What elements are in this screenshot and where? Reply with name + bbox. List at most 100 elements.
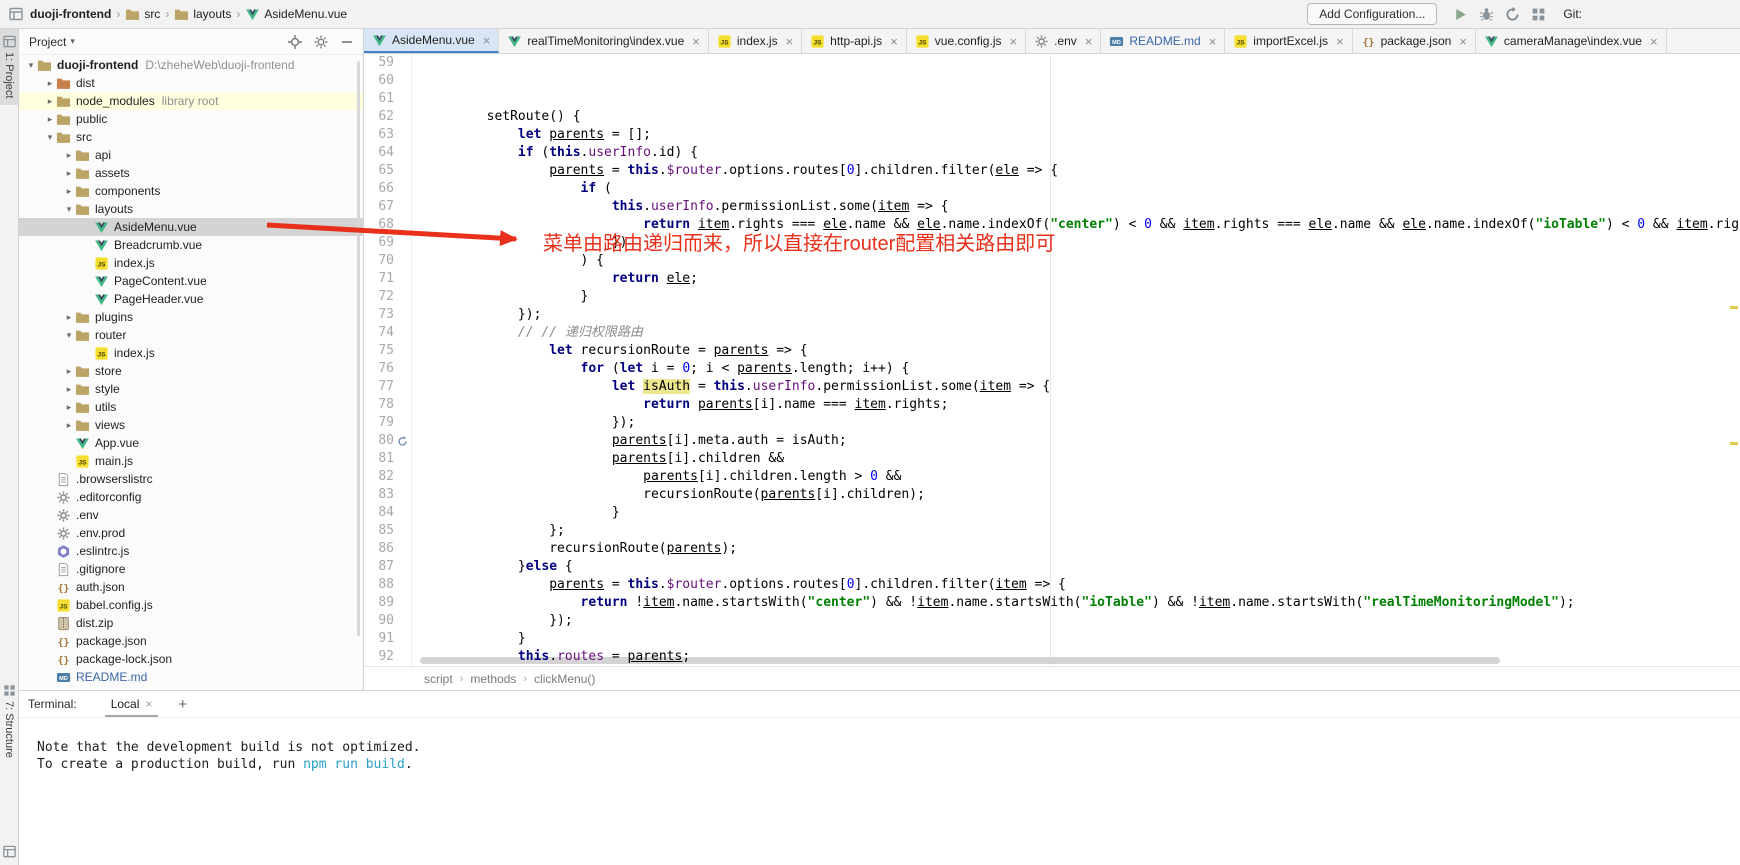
locate-icon[interactable] — [287, 34, 303, 50]
tree-item-eslintrc-js[interactable]: .eslintrc.js — [19, 542, 363, 560]
settings-icon[interactable] — [313, 34, 329, 50]
tree-item-auth-json[interactable]: {}auth.json — [19, 578, 363, 596]
chevron-right-icon[interactable]: ▸ — [44, 78, 56, 89]
new-terminal-button[interactable]: + — [174, 696, 191, 713]
tree-item-env-prod[interactable]: .env.prod — [19, 524, 363, 542]
tree-item-package-json[interactable]: {}package.json — [19, 632, 363, 650]
chevron-right-icon[interactable]: ▸ — [63, 168, 75, 179]
tree-item-utils[interactable]: ▸utils — [19, 398, 363, 416]
breadcrumb-item-asidemenu-vue[interactable]: AsideMenu.vue — [245, 7, 347, 22]
tree-item-main-js[interactable]: JSmain.js — [19, 452, 363, 470]
tree-item-gitignore[interactable]: .gitignore — [19, 560, 363, 578]
tree-item-layouts[interactable]: ▾layouts — [19, 200, 363, 218]
gutter-slot — [394, 344, 411, 359]
editor-breadcrumb-clickmenu[interactable]: clickMenu() — [534, 672, 595, 686]
tab-close-icon[interactable]: × — [1085, 34, 1093, 49]
tab-close-icon[interactable]: × — [890, 34, 898, 49]
chevron-down-icon[interactable]: ▾ — [44, 132, 56, 143]
tab-close-icon[interactable]: × — [1459, 34, 1467, 49]
tree-item-plugins[interactable]: ▸plugins — [19, 308, 363, 326]
sync-project-icon[interactable] — [1504, 6, 1521, 23]
chevron-down-icon[interactable]: ▾ — [25, 60, 37, 71]
tab-close-icon[interactable]: × — [1009, 34, 1017, 49]
tree-item-store[interactable]: ▸store — [19, 362, 363, 380]
tree-item-dist[interactable]: ▸dist — [19, 74, 363, 92]
tree-item-editorconfig[interactable]: .editorconfig — [19, 488, 363, 506]
breadcrumb-item-layouts[interactable]: layouts — [174, 7, 231, 22]
tab-close-icon[interactable]: × — [1209, 34, 1217, 49]
tree-item-views[interactable]: ▸views — [19, 416, 363, 434]
tree-item-pagecontent-vue[interactable]: PageContent.vue — [19, 272, 363, 290]
tool-window-switcher-icon[interactable] — [2, 844, 17, 859]
chevron-right-icon[interactable]: ▸ — [63, 384, 75, 395]
tree-item-index-js[interactable]: JSindex.js — [19, 344, 363, 362]
tab-vue-config-js[interactable]: JSvue.config.js× — [907, 29, 1026, 53]
tab-close-icon[interactable]: × — [692, 34, 700, 49]
tool-window-button-structure[interactable]: 7: Structure — [0, 678, 18, 765]
tool-window-button-project[interactable]: 1: Project — [0, 29, 18, 105]
tab-importexcel-js[interactable]: JSimportExcel.js× — [1225, 29, 1352, 53]
terminal-tab-close-icon[interactable]: × — [145, 697, 152, 711]
tree-item-readme-md[interactable]: MDREADME.md — [19, 668, 363, 686]
tree-item-babel-config-js[interactable]: JSbabel.config.js — [19, 596, 363, 614]
tab-realtimemonitoring-index-vue[interactable]: realTimeMonitoring\index.vue× — [499, 29, 709, 53]
chevron-right-icon[interactable]: ▸ — [63, 312, 75, 323]
chevron-down-icon[interactable]: ▾ — [63, 204, 75, 215]
tree-item-public[interactable]: ▸ public — [19, 110, 363, 128]
code-line: let isAuth = this.userInfo.permissionLis… — [424, 378, 1740, 396]
tree-item-api[interactable]: ▸api — [19, 146, 363, 164]
project-tree-scrollbar[interactable] — [357, 61, 360, 636]
chevron-right-icon[interactable]: ▸ — [63, 420, 75, 431]
tab-cameramanage-index-vue[interactable]: cameraManage\index.vue× — [1476, 29, 1667, 53]
tab-close-icon[interactable]: × — [1650, 34, 1658, 49]
code-editor[interactable]: 5960616263646566676869707172737475767778… — [364, 54, 1740, 666]
debug-icon[interactable] — [1478, 6, 1495, 23]
tab-package-json[interactable]: {}package.json× — [1353, 29, 1476, 53]
chevron-down-icon[interactable]: ▾ — [63, 330, 75, 341]
tab-env[interactable]: .env× — [1026, 29, 1101, 53]
tree-item-duoji-frontend[interactable]: ▾duoji-frontendD:\zheheWeb\duoji-fronten… — [19, 56, 363, 74]
tab-http-api-js[interactable]: JShttp-api.js× — [802, 29, 907, 53]
chevron-right-icon[interactable]: ▸ — [44, 96, 56, 107]
tree-item-dist-zip[interactable]: dist.zip — [19, 614, 363, 632]
tool-windows-icon[interactable] — [1530, 6, 1547, 23]
tab-readme-md[interactable]: MDREADME.md× — [1101, 29, 1225, 53]
project-view-selector[interactable]: Project ▾ — [29, 35, 75, 49]
tree-item-label: index.js — [114, 256, 155, 270]
tab-close-icon[interactable]: × — [483, 33, 491, 48]
run-icon[interactable] — [1452, 6, 1469, 23]
tree-item-label: public — [76, 112, 107, 126]
chevron-right-icon[interactable]: ▸ — [63, 150, 75, 161]
add-configuration-button[interactable]: Add Configuration... — [1307, 3, 1437, 25]
breadcrumb-item-src[interactable]: src — [125, 7, 160, 22]
tab-index-js[interactable]: JSindex.js× — [709, 29, 802, 53]
chevron-right-icon[interactable]: ▸ — [44, 114, 56, 125]
tree-item-assets[interactable]: ▸assets — [19, 164, 363, 182]
gutter-line: 78 — [364, 396, 411, 414]
tree-item-components[interactable]: ▸components — [19, 182, 363, 200]
terminal-output[interactable]: Note that the development build is not o… — [19, 718, 1740, 865]
tree-item-app-vue[interactable]: App.vue — [19, 434, 363, 452]
tab-close-icon[interactable]: × — [1336, 34, 1344, 49]
tree-item-browserslistrc[interactable]: .browserslistrc — [19, 470, 363, 488]
tree-item-env[interactable]: .env — [19, 506, 363, 524]
editor-breadcrumb-methods[interactable]: methods — [470, 672, 516, 686]
tree-item-asidemenu-vue[interactable]: AsideMenu.vue — [19, 218, 363, 236]
tree-item-breadcrumb-vue[interactable]: Breadcrumb.vue — [19, 236, 363, 254]
tree-item-node-modules[interactable]: ▸node_moduleslibrary root — [19, 92, 363, 110]
tab-asidemenu-vue[interactable]: AsideMenu.vue× — [364, 29, 499, 53]
chevron-right-icon[interactable]: ▸ — [63, 186, 75, 197]
tree-item-index-js[interactable]: JSindex.js — [19, 254, 363, 272]
tab-close-icon[interactable]: × — [786, 34, 794, 49]
editor-breadcrumb-script[interactable]: script — [424, 672, 453, 686]
hide-panel-icon[interactable] — [339, 34, 355, 50]
chevron-right-icon[interactable]: ▸ — [63, 366, 75, 377]
terminal-tab-local[interactable]: Local × — [105, 692, 159, 717]
tree-item-src[interactable]: ▾src — [19, 128, 363, 146]
tree-item-style[interactable]: ▸style — [19, 380, 363, 398]
tree-item-package-lock-json[interactable]: {}package-lock.json — [19, 650, 363, 668]
tree-item-router[interactable]: ▾router — [19, 326, 363, 344]
chevron-right-icon[interactable]: ▸ — [63, 402, 75, 413]
breadcrumb-item-duoji-frontend[interactable]: duoji-frontend — [30, 7, 111, 21]
tree-item-pageheader-vue[interactable]: PageHeader.vue — [19, 290, 363, 308]
